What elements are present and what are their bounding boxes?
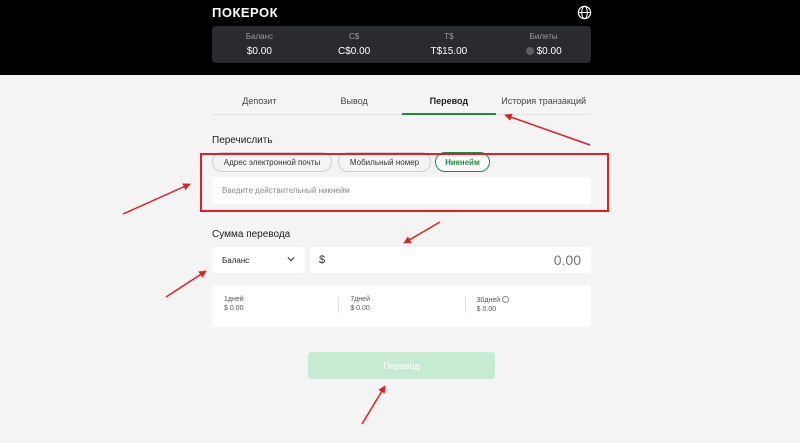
wallet-balance: Баланс $0.00 bbox=[212, 26, 307, 63]
transfer-submit-button[interactable]: Перевод bbox=[308, 352, 495, 379]
annotation-arrow bbox=[504, 113, 591, 146]
limit-30-days: 30дней $ 0.00 bbox=[464, 285, 591, 327]
currency-symbol: $ bbox=[319, 254, 326, 266]
annotation-highlight-box bbox=[200, 153, 609, 212]
limit-label: 7дней bbox=[350, 296, 370, 303]
tab-deposit[interactable]: Депозит bbox=[212, 90, 307, 114]
wallet-label: C$ bbox=[349, 32, 360, 41]
transfer-limits: 1дней $ 0.00 7дней $ 0.00 30дней $ 0.00 bbox=[212, 285, 591, 327]
wallet-summary: Баланс $0.00 C$ C$0.00 T$ T$15.00 Билеты… bbox=[212, 26, 591, 63]
tab-transfer[interactable]: Перевод bbox=[401, 90, 497, 115]
chevron-down-icon bbox=[287, 257, 295, 262]
wallet-value: $0.00 bbox=[496, 46, 591, 57]
globe-icon[interactable] bbox=[577, 5, 592, 20]
limit-value: $ 0.00 bbox=[350, 305, 370, 312]
limit-7-days: 7дней $ 0.00 bbox=[338, 285, 464, 327]
limit-label-wrap: 30дней bbox=[477, 296, 591, 304]
limit-label: 1дней bbox=[224, 296, 244, 303]
source-select-value: Баланс bbox=[222, 255, 250, 265]
info-icon[interactable] bbox=[502, 296, 510, 303]
annotation-arrow bbox=[165, 270, 207, 298]
wallet-label: Билеты bbox=[529, 32, 558, 41]
limit-1-day: 1дней $ 0.00 bbox=[212, 285, 338, 327]
limit-value: $ 0.00 bbox=[224, 305, 244, 312]
amount-input[interactable] bbox=[381, 251, 581, 269]
ticket-coin-icon bbox=[525, 47, 534, 55]
amount-field[interactable]: $ bbox=[310, 247, 591, 273]
wallet-value: T$15.00 bbox=[430, 46, 468, 57]
source-select[interactable]: Баланс bbox=[212, 247, 305, 273]
tab-withdraw[interactable]: Вывод bbox=[307, 90, 402, 114]
wallet-cash: C$ C$0.00 bbox=[307, 26, 402, 63]
logo[interactable]: ПОКЕРОК bbox=[212, 5, 278, 20]
cashier-tabs: Депозит Вывод Перевод История транзакций bbox=[212, 90, 591, 115]
wallet-tickets-value: $0.00 bbox=[536, 46, 562, 57]
wallet-value: $0.00 bbox=[246, 46, 272, 57]
limit-value: $ 0.00 bbox=[476, 306, 497, 313]
wallet-label: T$ bbox=[444, 32, 454, 41]
limit-label: 30дней bbox=[476, 297, 501, 304]
wallet-value: C$0.00 bbox=[338, 46, 371, 57]
amount-section-title: Сумма перевода bbox=[212, 229, 291, 240]
wallet-tickets: Билеты $0.00 bbox=[496, 26, 591, 63]
transfer-section-title: Перечислить bbox=[212, 135, 273, 146]
top-bar: ПОКЕРОК Баланс $0.00 C$ C$0.00 T$ T$15.0… bbox=[0, 0, 800, 75]
tab-history[interactable]: История транзакций bbox=[496, 90, 591, 114]
wallet-label: Баланс bbox=[245, 32, 273, 41]
wallet-tournament: T$ T$15.00 bbox=[402, 26, 497, 63]
annotation-arrow bbox=[403, 221, 441, 244]
annotation-arrow bbox=[361, 385, 386, 425]
annotation-arrow bbox=[122, 183, 191, 215]
